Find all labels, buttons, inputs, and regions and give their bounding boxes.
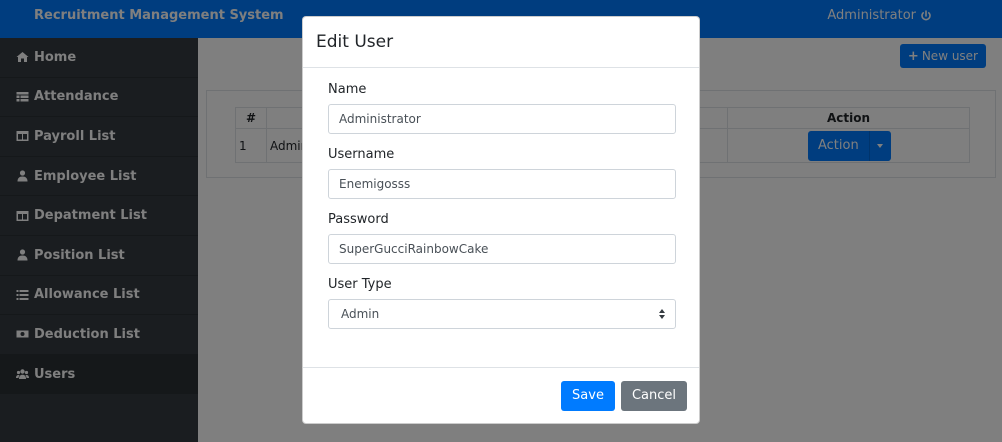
usertype-form-group: User Type Admin [328, 277, 676, 329]
usertype-selected-value: Admin [341, 307, 380, 321]
usertype-label: User Type [328, 277, 392, 292]
username-input[interactable] [328, 169, 676, 199]
save-button[interactable]: Save [561, 380, 615, 411]
username-label: Username [328, 147, 395, 162]
modal-header: Edit User [303, 17, 699, 68]
name-label: Name [328, 82, 367, 97]
edit-user-modal: Edit User Name Username Password User Ty… [302, 16, 700, 424]
modal-body: Name Username Password User Type Admin [303, 68, 699, 329]
modal-title: Edit User [316, 32, 394, 52]
name-form-group: Name [328, 82, 676, 134]
cancel-button[interactable]: Cancel [620, 380, 687, 411]
modal-footer: Save Cancel [303, 367, 699, 423]
password-input[interactable] [328, 234, 676, 264]
select-arrows-icon [659, 309, 665, 319]
password-form-group: Password [328, 212, 676, 264]
name-input[interactable] [328, 104, 676, 134]
usertype-select[interactable]: Admin [328, 299, 676, 329]
username-form-group: Username [328, 147, 676, 199]
password-label: Password [328, 212, 389, 227]
